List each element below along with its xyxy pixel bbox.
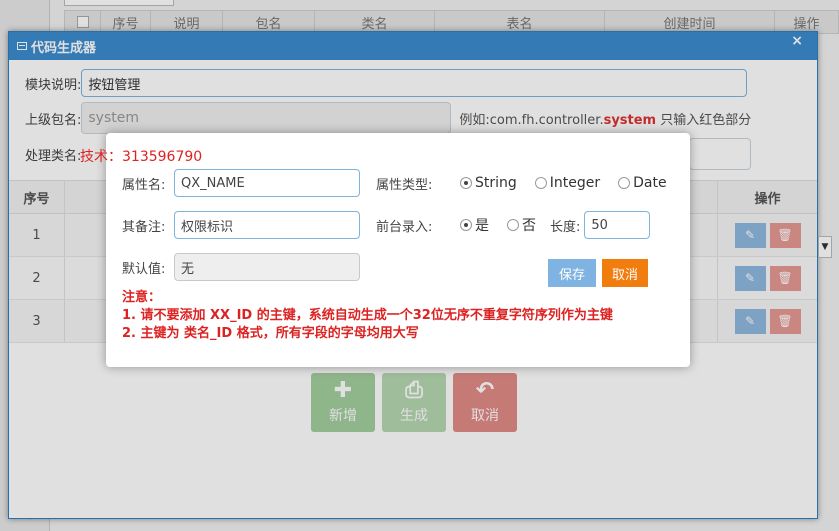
watermark-text: 技术：313596790 [80, 149, 203, 165]
length-input[interactable]: 50 [584, 211, 651, 239]
remark-input[interactable]: 权限标识 [174, 211, 360, 239]
type-integer-label: Integer [549, 175, 601, 191]
type-radio-integer[interactable]: Integer [534, 175, 601, 191]
front-row: 前台录入: 是 否 长度: 50 [376, 211, 651, 239]
front-yes-label: 是 [475, 218, 489, 234]
front-label: 前台录入: [376, 219, 433, 235]
default-label: 默认值: [122, 261, 166, 277]
type-radio-date[interactable]: Date [618, 175, 667, 191]
remark-row: 其备注: 权限标识 [122, 211, 360, 239]
type-radio-string[interactable]: String [460, 175, 517, 191]
front-radio-no[interactable]: 否 [507, 215, 536, 235]
notice-line-2: 2. 主键为 类名_ID 格式，所有字段的字母均用大写 [122, 326, 419, 341]
type-date-label: Date [633, 175, 667, 191]
attr-name-row: 属性名: QX_NAME [122, 169, 360, 197]
default-row: 默认值: 无 [122, 253, 360, 281]
radio-dot [618, 177, 631, 189]
front-no-label: 否 [522, 218, 536, 234]
attr-type-row: 属性类型: String Integer Date [376, 169, 667, 197]
notice-line-1: 1. 请不要添加 XX_ID 的主键，系统自动生成一个32位无序不重复字符序列作… [122, 308, 613, 323]
attr-name-label: 属性名: [122, 177, 166, 193]
notice: 注意： 1. 请不要添加 XX_ID 的主键，系统自动生成一个32位无序不重复字… [122, 289, 613, 343]
remark-label: 其备注: [122, 219, 166, 235]
radio-dot [507, 219, 519, 231]
type-string-label: String [475, 175, 517, 191]
attr-type-label: 属性类型: [376, 177, 433, 193]
field-editor-modal: 属性名: QX_NAME 属性类型: String Integer Date 其… [106, 133, 690, 367]
front-radio-yes[interactable]: 是 [460, 215, 489, 235]
attr-name-input[interactable]: QX_NAME [174, 169, 360, 197]
default-input[interactable]: 无 [174, 253, 360, 281]
radio-dot [534, 177, 547, 189]
length-label: 长度: [550, 219, 581, 235]
save-button[interactable]: 保存 [548, 259, 596, 287]
radio-dot [460, 177, 472, 189]
radio-dot [460, 219, 472, 231]
notice-title: 注意： [122, 290, 162, 305]
modal-cancel-button[interactable]: 取消 [602, 259, 648, 287]
